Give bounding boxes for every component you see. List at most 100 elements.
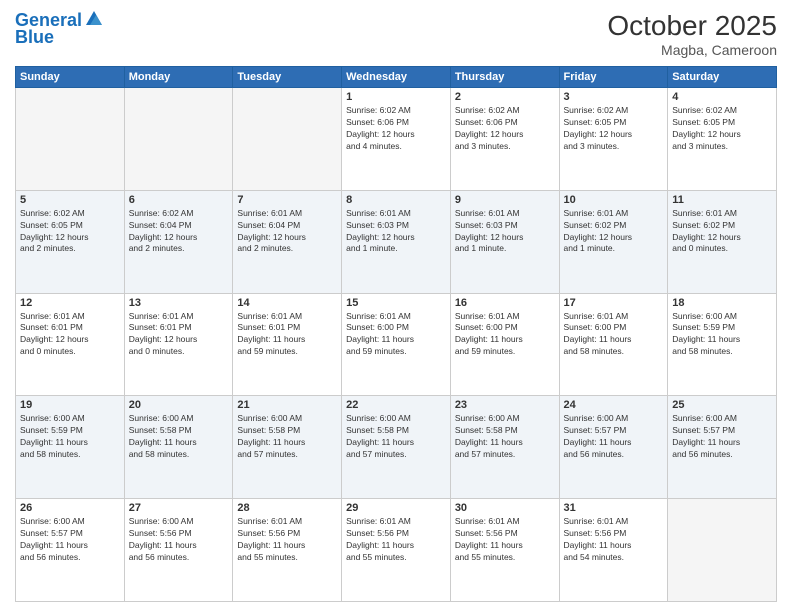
day-number: 27 [129, 502, 229, 514]
table-row: 29 Sunrise: 6:01 AM Sunset: 5:56 PM Dayli… [342, 499, 451, 602]
table-row: 28 Sunrise: 6:01 AM Sunset: 5:56 PM Dayli… [233, 499, 342, 602]
logo: General Blue [15, 10, 104, 48]
calendar-week-row: 1 Sunrise: 6:02 AM Sunset: 6:06 PM Daylig… [16, 88, 777, 191]
day-info: Sunrise: 6:01 AM Sunset: 6:02 PM Dayligh… [672, 208, 772, 256]
day-number: 28 [237, 502, 337, 514]
calendar-week-row: 5 Sunrise: 6:02 AM Sunset: 6:05 PM Daylig… [16, 190, 777, 293]
table-row: 21Sunrise: 6:00 AM Sunset: 5:58 PM Dayli… [233, 396, 342, 499]
table-row: 2Sunrise: 6:02 AM Sunset: 6:06 PM Daylig… [450, 88, 559, 191]
day-info: Sunrise: 6:01 AM Sunset: 5:56 PM Dayligh… [346, 516, 446, 564]
table-row: 6Sunrise: 6:02 AM Sunset: 6:04 PM Daylig… [124, 190, 233, 293]
day-number: 6 [129, 194, 229, 206]
day-number: 11 [672, 194, 772, 206]
table-row: 10 Sunrise: 6:01 AM Sunset: 6:02 PM Dayli… [559, 190, 668, 293]
day-number: 23 [455, 399, 555, 411]
header-tuesday: Tuesday [233, 67, 342, 88]
day-info: Sunrise: 6:02 AM Sunset: 6:06 PM Dayligh… [455, 105, 555, 153]
table-row [233, 88, 342, 191]
header: General Blue October 2025 Magba, Cameroo… [15, 10, 777, 58]
table-row: 4Sunrise: 6:02 AM Sunset: 6:05 PM Daylig… [668, 88, 777, 191]
header-sunday: Sunday [16, 67, 125, 88]
day-number: 30 [455, 502, 555, 514]
table-row: 20Sunrise: 6:00 AM Sunset: 5:58 PM Dayli… [124, 396, 233, 499]
day-info: Sunrise: 6:02 AM Sunset: 6:05 PM Dayligh… [20, 208, 120, 256]
day-number: 15 [346, 297, 446, 309]
table-row: 13 Sunrise: 6:01 AM Sunset: 6:01 PM Dayli… [124, 293, 233, 396]
calendar-week-row: 12 Sunrise: 6:01 AM Sunset: 6:01 PM Dayli… [16, 293, 777, 396]
day-info: Sunrise: 6:01 AM Sunset: 6:03 PM Dayligh… [346, 208, 446, 256]
day-info: Sunrise: 6:01 AM Sunset: 6:01 PM Dayligh… [237, 311, 337, 359]
day-number: 29 [346, 502, 446, 514]
table-row [124, 88, 233, 191]
day-number: 5 [20, 194, 120, 206]
calendar-table: Sunday Monday Tuesday Wednesday Thursday… [15, 66, 777, 602]
table-row: 27 Sunrise: 6:00 AM Sunset: 5:56 PM Dayli… [124, 499, 233, 602]
table-row: 12 Sunrise: 6:01 AM Sunset: 6:01 PM Dayli… [16, 293, 125, 396]
header-friday: Friday [559, 67, 668, 88]
day-number: 3 [564, 91, 664, 103]
day-info: Sunrise: 6:01 AM Sunset: 6:00 PM Dayligh… [455, 311, 555, 359]
day-info: Sunrise: 6:01 AM Sunset: 6:03 PM Dayligh… [455, 208, 555, 256]
day-info: Sunrise: 6:02 AM Sunset: 6:05 PM Dayligh… [564, 105, 664, 153]
day-number: 9 [455, 194, 555, 206]
day-number: 25 [672, 399, 772, 411]
month-year: October 2025 [607, 10, 777, 42]
day-info: Sunrise: 6:00 AM Sunset: 5:59 PM Dayligh… [20, 413, 120, 461]
day-info: Sunrise: 6:01 AM Sunset: 5:56 PM Dayligh… [564, 516, 664, 564]
day-number: 18 [672, 297, 772, 309]
day-number: 10 [564, 194, 664, 206]
day-number: 22 [346, 399, 446, 411]
day-number: 13 [129, 297, 229, 309]
day-info: Sunrise: 6:00 AM Sunset: 5:57 PM Dayligh… [20, 516, 120, 564]
table-row: 18 Sunrise: 6:00 AM Sunset: 5:59 PM Dayli… [668, 293, 777, 396]
day-info: Sunrise: 6:01 AM Sunset: 6:02 PM Dayligh… [564, 208, 664, 256]
header-monday: Monday [124, 67, 233, 88]
header-saturday: Saturday [668, 67, 777, 88]
day-info: Sunrise: 6:02 AM Sunset: 6:05 PM Dayligh… [672, 105, 772, 153]
table-row: 17Sunrise: 6:01 AM Sunset: 6:00 PM Dayli… [559, 293, 668, 396]
logo-icon [84, 9, 104, 29]
table-row: 24Sunrise: 6:00 AM Sunset: 5:57 PM Dayli… [559, 396, 668, 499]
table-row: 7Sunrise: 6:01 AM Sunset: 6:04 PM Daylig… [233, 190, 342, 293]
header-wednesday: Wednesday [342, 67, 451, 88]
table-row: 22Sunrise: 6:00 AM Sunset: 5:58 PM Dayli… [342, 396, 451, 499]
day-number: 14 [237, 297, 337, 309]
day-number: 24 [564, 399, 664, 411]
day-info: Sunrise: 6:01 AM Sunset: 6:04 PM Dayligh… [237, 208, 337, 256]
table-row: 31 Sunrise: 6:01 AM Sunset: 5:56 PM Dayli… [559, 499, 668, 602]
day-info: Sunrise: 6:00 AM Sunset: 5:56 PM Dayligh… [129, 516, 229, 564]
location: Magba, Cameroon [607, 42, 777, 58]
day-number: 1 [346, 91, 446, 103]
day-info: Sunrise: 6:01 AM Sunset: 6:01 PM Dayligh… [20, 311, 120, 359]
day-info: Sunrise: 6:01 AM Sunset: 5:56 PM Dayligh… [455, 516, 555, 564]
calendar-week-row: 19 Sunrise: 6:00 AM Sunset: 5:59 PM Dayli… [16, 396, 777, 499]
header-thursday: Thursday [450, 67, 559, 88]
table-row: 25Sunrise: 6:00 AM Sunset: 5:57 PM Dayli… [668, 396, 777, 499]
table-row: 23 Sunrise: 6:00 AM Sunset: 5:58 PM Dayli… [450, 396, 559, 499]
day-number: 19 [20, 399, 120, 411]
table-row: 30 Sunrise: 6:01 AM Sunset: 5:56 PM Dayli… [450, 499, 559, 602]
table-row [16, 88, 125, 191]
table-row: 11 Sunrise: 6:01 AM Sunset: 6:02 PM Dayli… [668, 190, 777, 293]
day-info: Sunrise: 6:00 AM Sunset: 5:58 PM Dayligh… [129, 413, 229, 461]
table-row: 26 Sunrise: 6:00 AM Sunset: 5:57 PM Dayli… [16, 499, 125, 602]
table-row: 19 Sunrise: 6:00 AM Sunset: 5:59 PM Dayli… [16, 396, 125, 499]
day-number: 8 [346, 194, 446, 206]
table-row: 5 Sunrise: 6:02 AM Sunset: 6:05 PM Daylig… [16, 190, 125, 293]
day-info: Sunrise: 6:01 AM Sunset: 6:01 PM Dayligh… [129, 311, 229, 359]
table-row: 8 Sunrise: 6:01 AM Sunset: 6:03 PM Daylig… [342, 190, 451, 293]
page: General Blue October 2025 Magba, Cameroo… [0, 0, 792, 612]
day-info: Sunrise: 6:01 AM Sunset: 5:56 PM Dayligh… [237, 516, 337, 564]
day-number: 26 [20, 502, 120, 514]
day-info: Sunrise: 6:00 AM Sunset: 5:59 PM Dayligh… [672, 311, 772, 359]
table-row: 16 Sunrise: 6:01 AM Sunset: 6:00 PM Dayli… [450, 293, 559, 396]
table-row: 1 Sunrise: 6:02 AM Sunset: 6:06 PM Daylig… [342, 88, 451, 191]
day-number: 12 [20, 297, 120, 309]
day-info: Sunrise: 6:00 AM Sunset: 5:58 PM Dayligh… [455, 413, 555, 461]
day-number: 17 [564, 297, 664, 309]
day-number: 31 [564, 502, 664, 514]
calendar-week-row: 26 Sunrise: 6:00 AM Sunset: 5:57 PM Dayli… [16, 499, 777, 602]
day-info: Sunrise: 6:02 AM Sunset: 6:06 PM Dayligh… [346, 105, 446, 153]
day-number: 16 [455, 297, 555, 309]
day-number: 21 [237, 399, 337, 411]
